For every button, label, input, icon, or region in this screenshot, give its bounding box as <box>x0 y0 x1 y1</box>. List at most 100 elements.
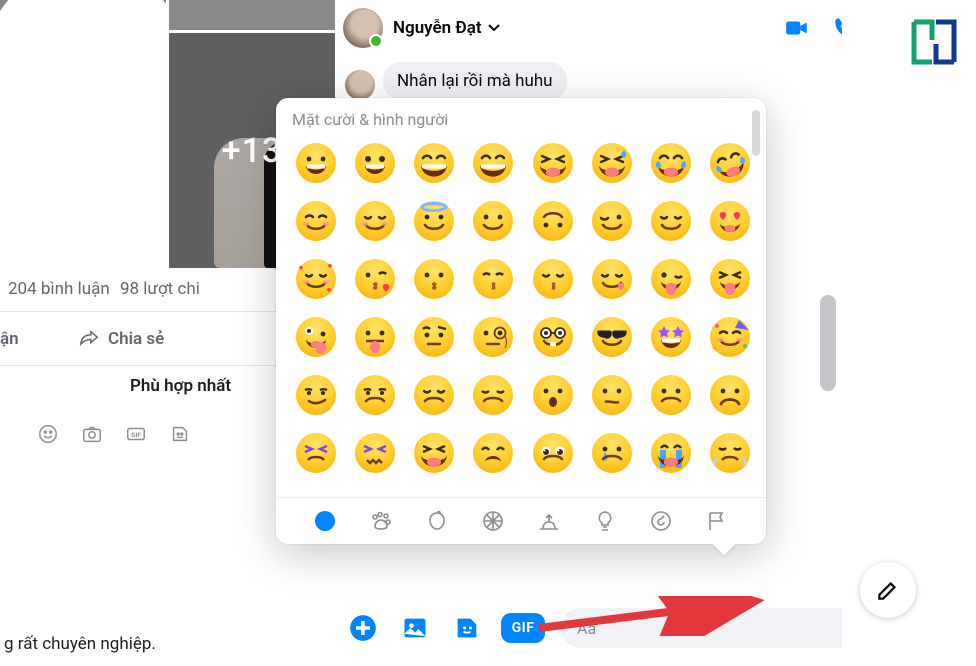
composer-gif-icon[interactable]: GIF <box>116 414 156 454</box>
emoji-tired[interactable] <box>409 427 460 479</box>
emoji-nerd[interactable] <box>527 311 578 363</box>
chat-avatar[interactable] <box>343 8 383 48</box>
comment-action-button[interactable]: ận <box>0 312 60 365</box>
tab-travel[interactable] <box>532 504 566 538</box>
emoji-dizzy[interactable] <box>468 485 519 497</box>
emoji-scroll-thumb[interactable] <box>752 110 760 156</box>
tab-activity[interactable] <box>476 504 510 538</box>
emoji-hot[interactable] <box>586 485 637 497</box>
emoji-confounded[interactable] <box>349 427 400 479</box>
emoji-star-struck[interactable] <box>646 311 697 363</box>
emoji-pensive[interactable] <box>468 369 519 421</box>
emoji-disappointed[interactable] <box>409 369 460 421</box>
emoji-sunglasses[interactable] <box>586 311 637 363</box>
chevron-down-icon <box>486 19 502 35</box>
message-placeholder: Aa <box>577 619 596 638</box>
emoji-tongue-out[interactable] <box>349 311 400 363</box>
emoji-kissing-smile[interactable] <box>468 253 519 305</box>
tab-symbols[interactable] <box>644 504 678 538</box>
emoji-slight-smile[interactable] <box>468 195 519 247</box>
comments-count[interactable]: 204 bình luận <box>8 279 110 299</box>
emoji-cry[interactable] <box>586 427 637 479</box>
emoji-sweat-laugh[interactable] <box>586 137 637 189</box>
composer-emoji-icon[interactable] <box>28 414 68 454</box>
emoji-yum[interactable] <box>586 253 637 305</box>
scroll-thumb[interactable] <box>820 295 836 391</box>
emoji-rage[interactable] <box>349 485 400 497</box>
emoji-kissing[interactable] <box>409 253 460 305</box>
chat-scrollbar[interactable] <box>816 0 838 586</box>
sort-label: Phù hợp nhất <box>130 376 231 396</box>
emoji-kiss-heart[interactable] <box>349 253 400 305</box>
emoji-grinning[interactable] <box>290 137 341 189</box>
emoji-sob[interactable] <box>646 427 697 479</box>
share-action-button[interactable]: Chia sẻ <box>60 312 182 365</box>
emoji-flushed[interactable] <box>527 485 578 497</box>
shares-count[interactable]: 98 lượt chi <box>120 279 200 299</box>
emoji-angry[interactable] <box>290 485 341 497</box>
emoji-scream[interactable] <box>705 485 756 497</box>
tab-animals[interactable] <box>364 504 398 538</box>
compose-icon <box>875 577 901 603</box>
photo-button[interactable] <box>397 610 433 646</box>
tab-food[interactable] <box>420 504 454 538</box>
emoji-upside-down[interactable] <box>527 195 578 247</box>
emoji-party[interactable] <box>705 311 756 363</box>
emoji-blush[interactable] <box>349 195 400 247</box>
emoji-crazy[interactable] <box>290 311 341 363</box>
emoji-grinning-big[interactable] <box>349 137 400 189</box>
video-call-button[interactable] <box>778 9 816 47</box>
emoji-halo[interactable] <box>409 195 460 247</box>
composer-camera-icon[interactable] <box>72 414 112 454</box>
emoji-rofl[interactable] <box>705 137 756 189</box>
message-avatar[interactable] <box>345 70 375 100</box>
emoji-persevere[interactable] <box>290 427 341 479</box>
emoji-frowning[interactable] <box>705 369 756 421</box>
add-more-button[interactable] <box>345 610 381 646</box>
emoji-worried[interactable] <box>527 369 578 421</box>
photo-2[interactable] <box>169 0 335 30</box>
emoji-hearts-around[interactable] <box>290 253 341 305</box>
sticker-button[interactable] <box>449 610 485 646</box>
emoji-cold[interactable] <box>646 485 697 497</box>
emoji-monocle[interactable] <box>468 311 519 363</box>
new-message-button[interactable] <box>860 562 916 618</box>
emoji-smile[interactable] <box>290 195 341 247</box>
emoji-squinting-laugh[interactable] <box>527 137 578 189</box>
emoji-category-tabs <box>276 497 766 544</box>
emoji-frown-slight[interactable] <box>646 369 697 421</box>
emoji-grinning-smile[interactable] <box>409 137 460 189</box>
emoji-heart-eyes[interactable] <box>705 195 756 247</box>
emoji-unamused[interactable] <box>349 369 400 421</box>
emoji-triumph[interactable] <box>705 427 756 479</box>
emoji-wink[interactable] <box>586 195 637 247</box>
tab-objects[interactable] <box>588 504 622 538</box>
emoji-grid <box>276 137 766 497</box>
tab-flags[interactable] <box>700 504 734 538</box>
svg-text:GIF: GIF <box>131 431 141 439</box>
emoji-relieved[interactable] <box>646 195 697 247</box>
emoji-confused[interactable] <box>586 369 637 421</box>
emoji-tongue-squint[interactable] <box>705 253 756 305</box>
right-gutter <box>842 0 976 666</box>
composer-sticker-icon[interactable] <box>160 414 200 454</box>
incoming-bubble[interactable]: Nhân lại rồi mà huhu <box>383 62 567 100</box>
emoji-joy-tears[interactable] <box>646 137 697 189</box>
chat-name-label: Nguyễn Đạt <box>393 18 482 38</box>
gif-button[interactable]: GIF <box>501 613 545 643</box>
brand-logo <box>906 14 962 70</box>
emoji-tongue-wink-right[interactable] <box>646 253 697 305</box>
emoji-picker: Mặt cười & hình người <box>276 98 766 544</box>
emoji-smirk[interactable] <box>290 369 341 421</box>
share-icon <box>78 328 100 350</box>
emoji-raised-brow[interactable] <box>409 311 460 363</box>
tab-smileys[interactable] <box>308 504 342 538</box>
emoji-weary[interactable] <box>468 427 519 479</box>
emoji-pleading[interactable] <box>527 427 578 479</box>
emoji-beaming[interactable] <box>468 137 519 189</box>
emoji-exploding[interactable] <box>409 485 460 497</box>
chat-contact-name[interactable]: Nguyễn Đạt <box>393 18 768 38</box>
comment-action-label: ận <box>0 329 19 349</box>
emoji-kissing-closed[interactable] <box>527 253 578 305</box>
photo-1[interactable] <box>0 0 166 268</box>
